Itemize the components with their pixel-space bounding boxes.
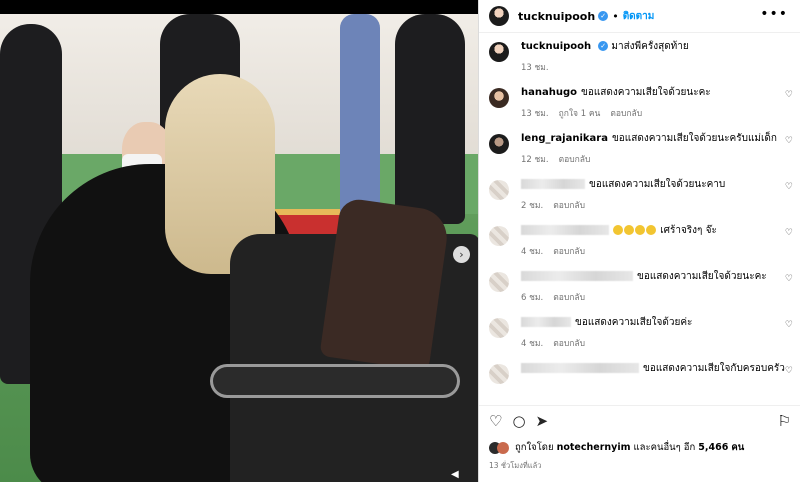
like-count[interactable]: 5,466	[698, 442, 728, 453]
comment-item: ขอแสดงความเสียใจด้วยค่ะ 4 ชม. ตอบกลับ ♡	[479, 316, 800, 350]
liked-by-suffix: และคนอื่นๆ อีก	[633, 442, 696, 453]
commenter-avatar[interactable]	[489, 364, 509, 384]
like-unit: คน	[731, 442, 745, 453]
caption: tucknuipooh ✓ มาส่งพี่ครั้งสุดท้าย 13 ชม.	[479, 40, 800, 74]
comment-time: 12 ชม.	[521, 155, 549, 165]
comment-text: ขอแสดงความเสียใจด้วยค่ะ	[575, 317, 693, 328]
heart-icon[interactable]: ♡	[785, 320, 793, 330]
commenter-avatar[interactable]	[489, 318, 509, 338]
chevron-right-icon: ›	[459, 248, 464, 261]
comment-time: 4 ชม.	[521, 339, 544, 349]
reply-button[interactable]: ตอบกลับ	[553, 247, 585, 257]
liked-by-username[interactable]: notechernyim	[557, 442, 631, 453]
heart-icon[interactable]: ♡	[785, 228, 793, 238]
comment-text: ขอแสดงความเสียใจด้วยนะคะ	[581, 87, 711, 98]
crying-emoji-icon	[624, 225, 634, 235]
comment-time: 4 ชม.	[521, 247, 544, 257]
heart-icon[interactable]: ♡	[489, 412, 502, 430]
reply-button[interactable]: ตอบกลับ	[553, 339, 585, 349]
reply-button[interactable]: ตอบกลับ	[559, 155, 591, 165]
liker-avatar	[497, 441, 509, 454]
comment-text: เศร้าจริงๆ จ๊ะ	[660, 225, 717, 236]
video-frame	[0, 14, 478, 482]
post-actions-bar: ♡ ○ ➤ ⚐	[479, 405, 800, 435]
redacted-username	[521, 363, 639, 373]
commenter-avatar[interactable]	[489, 88, 509, 108]
heart-icon[interactable]: ♡	[785, 136, 793, 146]
comment-text: ขอแสดงความเสียใจด้วยนะคะ	[637, 271, 767, 282]
commenter-avatar[interactable]	[489, 226, 509, 246]
comment-time: 13 ชม.	[521, 109, 549, 119]
more-horizontal-icon[interactable]: •••	[760, 6, 788, 22]
redacted-username	[521, 225, 609, 235]
crying-emoji-icon	[646, 225, 656, 235]
commenter-avatar[interactable]	[489, 272, 509, 292]
commenter-avatar[interactable]	[489, 134, 509, 154]
post-header: tucknuipooh ✓ • ติดตาม •••	[479, 0, 800, 33]
post-video[interactable]: › ◀	[0, 0, 478, 482]
mute-button[interactable]: ◀	[451, 469, 465, 481]
comment-username[interactable]: leng_rajanikara	[521, 133, 608, 144]
redacted-username	[521, 271, 633, 281]
bookmark-icon[interactable]: ⚐	[778, 412, 791, 430]
comment-text: ขอแสดงความเสียใจด้วยนะครับแม่เด็ก	[611, 133, 777, 144]
caption-username[interactable]: tucknuipooh	[521, 41, 591, 52]
next-media-button[interactable]: ›	[453, 246, 470, 263]
author-username[interactable]: tucknuipooh	[518, 10, 595, 23]
comment-item: ขอแสดงความเสียใจด้วยนะคะ 6 ชม. ตอบกลับ ♡	[479, 270, 800, 304]
share-icon[interactable]: ➤	[536, 412, 549, 430]
comment-text: ขอแสดงความเสียใจด้วยนะคาบ	[589, 179, 726, 190]
post-side-panel: tucknuipooh ✓ • ติดตาม ••• tucknuipooh ✓ …	[478, 0, 800, 482]
comment-item: hanahugo ขอแสดงความเสียใจด้วยนะคะ 13 ชม. ถ…	[479, 86, 800, 120]
comment-time: 6 ชม.	[521, 293, 544, 303]
reply-button[interactable]: ตอบกลับ	[610, 109, 642, 119]
comment-time: 2 ชม.	[521, 201, 544, 211]
liked-by[interactable]: ถูกใจโดย notechernyim และคนอื่นๆ อีก 5,4…	[489, 440, 744, 455]
caption-time: 13 ชม.	[521, 63, 549, 73]
verified-icon: ✓	[598, 11, 609, 21]
reply-button[interactable]: ตอบกลับ	[553, 201, 585, 211]
follow-button[interactable]: ติดตาม	[623, 9, 655, 24]
crying-emoji-icon	[635, 225, 645, 235]
comment-username[interactable]: hanahugo	[521, 87, 577, 98]
commenter-avatar[interactable]	[489, 180, 509, 200]
speaker-icon: ◀	[451, 469, 459, 480]
reply-button[interactable]: ตอบกลับ	[553, 293, 585, 303]
comment-like-count[interactable]: ถูกใจ 1 คน	[559, 109, 601, 119]
crying-emoji-icon	[613, 225, 623, 235]
redacted-username	[521, 317, 571, 327]
post-date: 13 ชั่วโมงที่แล้ว	[489, 461, 542, 470]
comment-text: ขอแสดงความเสียใจกับครอบครัว	[643, 363, 785, 374]
comment-item: ขอแสดงความเสียใจกับครอบครัว ♡	[479, 362, 800, 384]
author-avatar[interactable]	[489, 42, 509, 62]
heart-icon[interactable]: ♡	[785, 182, 793, 192]
liked-by-prefix: ถูกใจโดย	[515, 442, 554, 453]
heart-icon[interactable]: ♡	[785, 366, 793, 376]
instagram-post-view: › ◀ tucknuipooh ✓ • ติดตาม ••• tucknuipo…	[0, 0, 800, 482]
author-avatar[interactable]	[489, 6, 509, 26]
comment-item: ขอแสดงความเสียใจด้วยนะคาบ 2 ชม. ตอบกลับ ♡	[479, 178, 800, 212]
caption-text: มาส่งพี่ครั้งสุดท้าย	[611, 41, 689, 52]
verified-icon: ✓	[598, 41, 609, 51]
comment-icon[interactable]: ○	[512, 412, 525, 430]
redacted-username	[521, 179, 585, 189]
comment-item: leng_rajanikara ขอแสดงความเสียใจด้วยนะครั…	[479, 132, 800, 166]
heart-icon[interactable]: ♡	[785, 274, 793, 284]
heart-icon[interactable]: ♡	[785, 90, 793, 100]
comment-item: เศร้าจริงๆ จ๊ะ 4 ชม. ตอบกลับ ♡	[479, 224, 800, 258]
comments-list[interactable]: tucknuipooh ✓ มาส่งพี่ครั้งสุดท้าย 13 ชม.…	[479, 40, 800, 405]
